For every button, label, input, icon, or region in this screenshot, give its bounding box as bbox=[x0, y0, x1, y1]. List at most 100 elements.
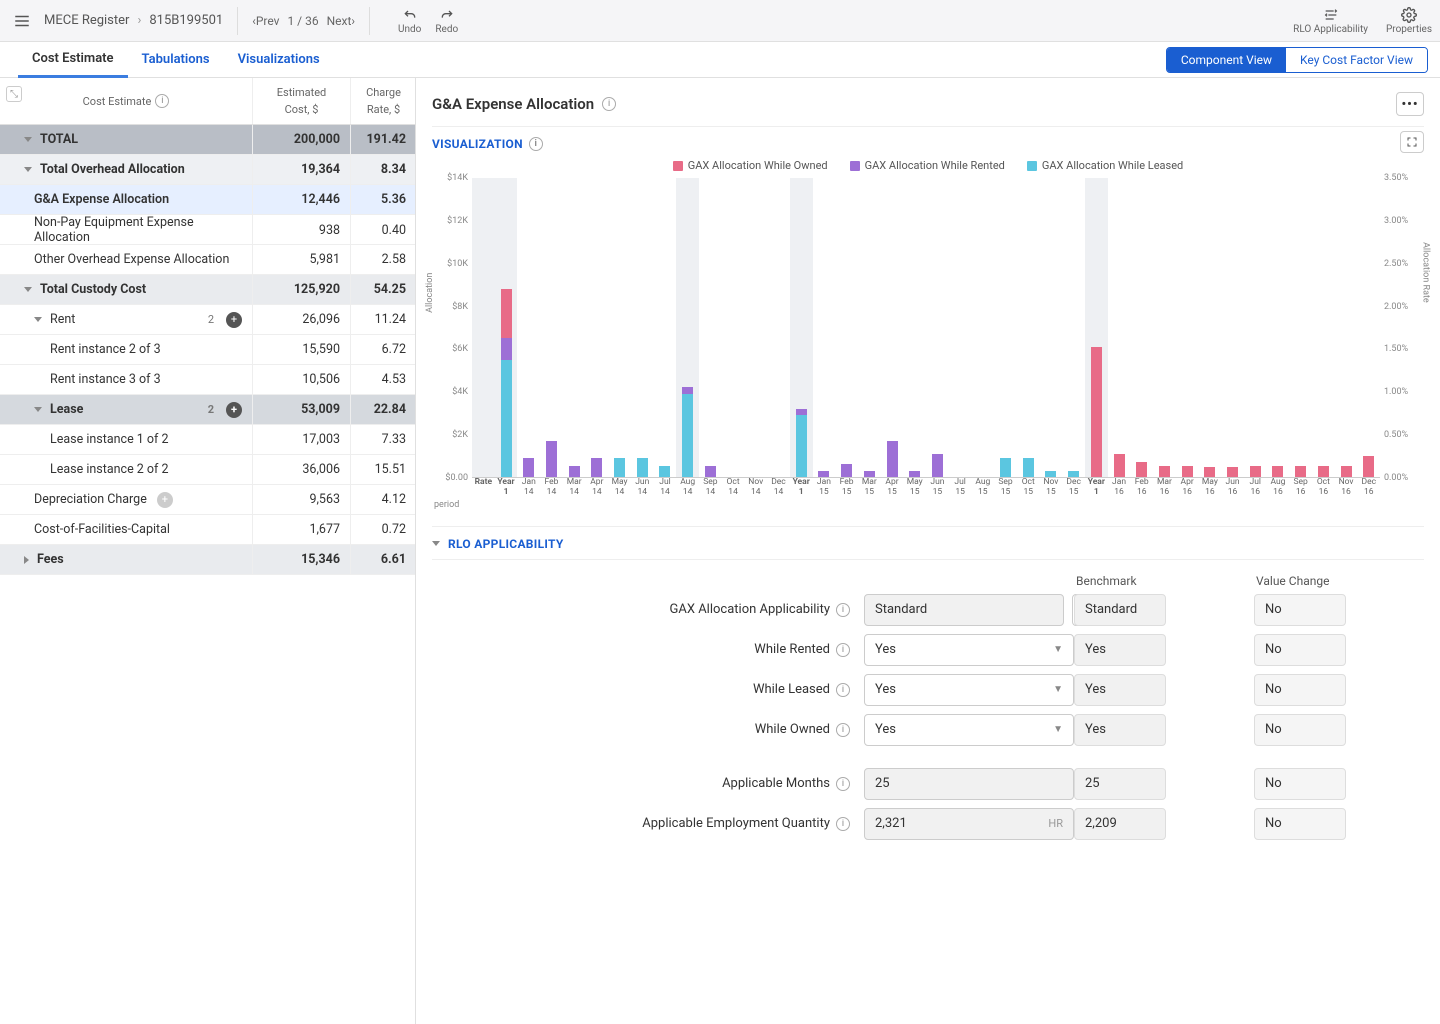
key-cost-factor-view-button[interactable]: Key Cost Factor View bbox=[1286, 48, 1427, 72]
select-field[interactable]: Yes▼ bbox=[864, 634, 1074, 666]
tab-visualizations[interactable]: Visualizations bbox=[224, 42, 334, 78]
charge-rate: 6.72 bbox=[350, 335, 416, 364]
chart-bar[interactable] bbox=[563, 178, 586, 477]
prev-button[interactable]: ‹Prev bbox=[252, 14, 279, 28]
info-icon[interactable]: i bbox=[836, 643, 850, 657]
breadcrumb-root[interactable]: MECE Register bbox=[44, 13, 129, 28]
expand-grid-icon[interactable]: ⤡ bbox=[6, 86, 22, 102]
chart-bar[interactable] bbox=[858, 178, 881, 477]
chart-bar[interactable] bbox=[1289, 178, 1312, 477]
info-icon[interactable]: i bbox=[836, 683, 850, 697]
chart-bar[interactable] bbox=[1267, 178, 1290, 477]
chart-bar[interactable] bbox=[1085, 178, 1108, 477]
breadcrumb-leaf[interactable]: 815B199501 bbox=[149, 13, 223, 28]
chart-bar[interactable] bbox=[744, 178, 767, 477]
chart-bar[interactable] bbox=[881, 178, 904, 477]
field-label: Applicable Employment Quantity bbox=[642, 816, 830, 831]
chart-bar[interactable] bbox=[631, 178, 654, 477]
chart-bar[interactable] bbox=[1335, 178, 1358, 477]
field-value: Yes bbox=[875, 682, 896, 697]
select-field[interactable]: Yes▼ bbox=[864, 674, 1074, 706]
undo-button[interactable]: Undo bbox=[398, 7, 421, 35]
chart-bar[interactable] bbox=[722, 178, 745, 477]
grid-row-fees[interactable]: Fees15,3466.61 bbox=[0, 545, 415, 575]
grid-row-r3[interactable]: Rent instance 3 of 310,5064.53 bbox=[0, 365, 415, 395]
tab-cost-estimate[interactable]: Cost Estimate bbox=[18, 42, 128, 78]
chart-bar[interactable] bbox=[994, 178, 1017, 477]
component-view-button[interactable]: Component View bbox=[1167, 48, 1286, 72]
next-button[interactable]: Next› bbox=[327, 14, 355, 28]
chart-bar[interactable] bbox=[495, 178, 518, 477]
info-icon[interactable]: i bbox=[836, 817, 850, 831]
chart-bar[interactable] bbox=[1357, 178, 1380, 477]
chart-bar[interactable] bbox=[1221, 178, 1244, 477]
properties-button[interactable]: Properties bbox=[1386, 7, 1432, 35]
chevron-down-icon bbox=[34, 407, 42, 412]
chart-bar[interactable] bbox=[1153, 178, 1176, 477]
chart-bar[interactable] bbox=[1130, 178, 1153, 477]
info-icon[interactable]: i bbox=[155, 94, 169, 108]
chart-bar[interactable] bbox=[472, 178, 495, 477]
chart-bar[interactable] bbox=[949, 178, 972, 477]
chart-bar[interactable] bbox=[1244, 178, 1267, 477]
chart-bar[interactable] bbox=[926, 178, 949, 477]
grid-row-rent[interactable]: Rent2+26,09611.24 bbox=[0, 305, 415, 335]
grid-row-total[interactable]: TOTAL200,000191.42 bbox=[0, 125, 415, 155]
chart-bar[interactable] bbox=[971, 178, 994, 477]
rlo-section-toggle[interactable]: RLO APPLICABILITY bbox=[432, 537, 1424, 551]
fullscreen-icon[interactable] bbox=[1400, 131, 1424, 153]
more-actions-button[interactable]: ••• bbox=[1396, 92, 1424, 116]
row-label: Rent instance 2 of 3 bbox=[50, 342, 161, 357]
chart-bar[interactable] bbox=[699, 178, 722, 477]
info-icon[interactable]: i bbox=[529, 137, 543, 151]
value-change: No bbox=[1254, 808, 1346, 840]
add-instance-icon[interactable]: + bbox=[226, 312, 242, 328]
charge-rate: 5.36 bbox=[350, 185, 416, 214]
chart-bar[interactable] bbox=[586, 178, 609, 477]
chart-bar[interactable] bbox=[1017, 178, 1040, 477]
info-icon[interactable]: i bbox=[836, 723, 850, 737]
chart-bar[interactable] bbox=[1040, 178, 1063, 477]
chart-bar[interactable] bbox=[1312, 178, 1335, 477]
grid-row-cofc[interactable]: Cost-of-Facilities-Capital1,6770.72 bbox=[0, 515, 415, 545]
estimated-cost: 200,000 bbox=[252, 125, 350, 154]
grid-row-l1[interactable]: Lease instance 1 of 217,0037.33 bbox=[0, 425, 415, 455]
chart-bar[interactable] bbox=[676, 178, 699, 477]
add-instance-icon[interactable]: + bbox=[226, 402, 242, 418]
chart-bar[interactable] bbox=[540, 178, 563, 477]
charge-rate: 191.42 bbox=[350, 125, 416, 154]
chart-bar[interactable] bbox=[654, 178, 677, 477]
chart-bar[interactable] bbox=[517, 178, 540, 477]
grid-row-l2[interactable]: Lease instance 2 of 236,00615.51 bbox=[0, 455, 415, 485]
grid-row-ovh[interactable]: Total Overhead Allocation19,3648.34 bbox=[0, 155, 415, 185]
chart-bar[interactable] bbox=[1108, 178, 1131, 477]
chart-bar[interactable] bbox=[790, 178, 813, 477]
chart-bar[interactable] bbox=[835, 178, 858, 477]
grid-row-lease[interactable]: Lease2+53,00922.84 bbox=[0, 395, 415, 425]
info-icon[interactable]: i bbox=[602, 97, 616, 111]
rlo-applicability-button[interactable]: RLO Applicability bbox=[1293, 7, 1368, 35]
redo-button[interactable]: Redo bbox=[435, 7, 458, 35]
chart-bar[interactable] bbox=[1176, 178, 1199, 477]
chart-bar[interactable] bbox=[767, 178, 790, 477]
grid-row-oo[interactable]: Other Overhead Expense Allocation5,9812.… bbox=[0, 245, 415, 275]
menu-button[interactable] bbox=[8, 7, 36, 35]
chart-bar[interactable] bbox=[813, 178, 836, 477]
info-icon[interactable]: i bbox=[836, 603, 850, 617]
tab-tabulations[interactable]: Tabulations bbox=[128, 42, 224, 78]
value-change: No bbox=[1254, 594, 1346, 626]
chart-bar[interactable] bbox=[1199, 178, 1222, 477]
select-field[interactable]: Yes▼ bbox=[864, 714, 1074, 746]
grid-row-np[interactable]: Non-Pay Equipment Expense Allocation9380… bbox=[0, 215, 415, 245]
info-icon[interactable]: i bbox=[836, 777, 850, 791]
chart-legend: GAX Allocation While Owned GAX Allocatio… bbox=[432, 159, 1424, 172]
grid-row-dep[interactable]: Depreciation Charge+9,5634.12 bbox=[0, 485, 415, 515]
add-instance-icon[interactable]: + bbox=[157, 492, 173, 508]
grid-row-ga[interactable]: G&A Expense Allocation12,4465.36 bbox=[0, 185, 415, 215]
chart-bar[interactable] bbox=[903, 178, 926, 477]
grid-row-tcc[interactable]: Total Custody Cost125,92054.25 bbox=[0, 275, 415, 305]
page-indicator: 1 / 36 bbox=[287, 14, 318, 28]
grid-row-r2[interactable]: Rent instance 2 of 315,5906.72 bbox=[0, 335, 415, 365]
chart-bar[interactable] bbox=[608, 178, 631, 477]
chart-bar[interactable] bbox=[1062, 178, 1085, 477]
